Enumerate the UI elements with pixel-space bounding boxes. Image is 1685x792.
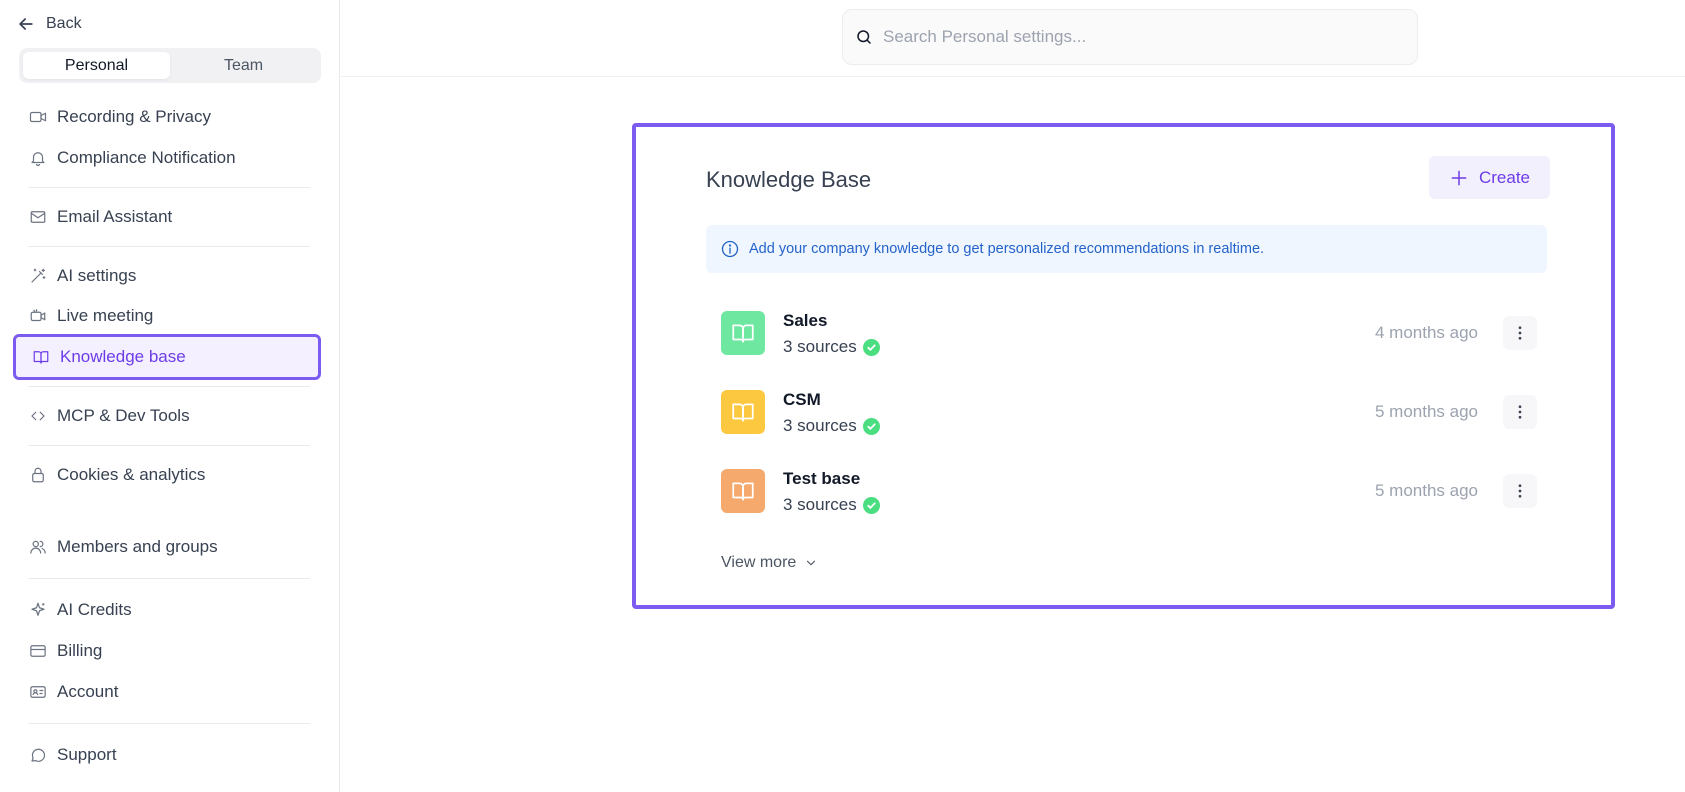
search-input[interactable] [883,27,1403,47]
knowledge-base-name: CSM [783,390,821,409]
info-banner: Add your company knowledge to get person… [706,225,1547,273]
sources-label: 3 sources [783,416,857,435]
sidebar-item-ai-settings[interactable]: AI settings [28,263,136,289]
sidebar-item-ai-credits[interactable]: AI Credits [28,597,132,623]
sidebar-item-recording-privacy[interactable]: Recording & Privacy [28,104,211,130]
more-vertical-icon [1518,405,1522,419]
check-icon [862,496,880,514]
knowledge-base-row[interactable]: Sales 3 sources 4 months ago [706,299,1547,367]
divider [28,187,310,188]
sources-count: 3 sources [783,416,880,436]
info-text: Add your company knowledge to get person… [749,241,1265,257]
scope-toggle: Personal Team [19,48,321,83]
code-icon [28,406,48,426]
tab-personal[interactable]: Personal [23,52,170,79]
back-button[interactable]: Back [16,12,82,36]
id-card-icon [28,682,48,702]
divider [28,246,310,247]
chevron-down-icon [807,560,816,566]
updated-time: 4 months ago [1374,323,1478,342]
arrow-left-icon [19,18,33,30]
plus-icon [1451,170,1467,185]
sidebar-item-label: Support [57,745,117,764]
sidebar-item-cookies-analytics[interactable]: Cookies & analytics [28,462,205,488]
check-icon [862,417,880,435]
knowledge-base-name: Test base [783,469,861,488]
sources-count: 3 sources [783,337,880,357]
sidebar-item-label: Recording & Privacy [57,107,212,126]
users-icon [28,537,48,557]
more-vertical-icon [1518,326,1522,340]
book-icon [721,311,765,355]
sidebar-item-label: Email Assistant [57,207,173,226]
search-icon [857,30,871,44]
more-options-button[interactable] [1503,395,1537,429]
credit-card-icon [28,641,48,661]
sidebar-item-label: AI settings [57,266,137,285]
create-label: Create [1478,167,1531,187]
sidebar-item-label: Cookies & analytics [57,465,206,484]
knowledge-base-row[interactable]: CSM 3 sources 5 months ago [706,378,1547,446]
book-icon [721,390,765,434]
more-options-button[interactable] [1503,316,1537,350]
book-icon [721,469,765,513]
sidebar-item-label: Members and groups [57,537,218,556]
video-icon [28,107,48,127]
sidebar-item-label: Compliance Notification [57,148,236,167]
view-more-button[interactable]: View more [721,554,818,572]
sources-label: 3 sources [783,495,857,514]
knowledge-base-card: Knowledge Base Create Add your company k… [632,123,1615,609]
more-options-button[interactable] [1503,474,1537,508]
divider [28,723,310,724]
sidebar-item-live-meeting[interactable]: Live meeting [28,303,153,329]
updated-time: 5 months ago [1374,402,1478,421]
sidebar-item-compliance-notification[interactable]: Compliance Notification [28,145,236,171]
sidebar-item-mcp-dev-tools[interactable]: MCP & Dev Tools [28,403,190,429]
back-label: Back [46,15,82,32]
divider [28,445,310,446]
sidebar-item-label: Account [57,682,119,701]
sidebar-item-label: Billing [57,641,103,660]
magic-wand-icon [28,266,48,286]
sidebar-item-label: AI Credits [57,600,132,619]
sidebar-item-support[interactable]: Support [28,742,117,768]
sidebar-item-members-groups[interactable]: Members and groups [28,534,218,560]
video-call-icon [28,306,48,326]
sidebar-item-email-assistant[interactable]: Email Assistant [28,204,172,230]
sidebar-item-account[interactable]: Account [28,679,118,705]
bell-icon [28,148,48,168]
settings-sidebar: Back Personal Team Recording & Privacy C… [0,0,340,792]
more-vertical-icon [1518,484,1522,498]
settings-search[interactable] [842,9,1418,65]
sources-count: 3 sources [783,495,880,515]
knowledge-base-row[interactable]: Test base 3 sources 5 months ago [706,457,1547,525]
sidebar-item-label: Knowledge base [60,347,186,366]
divider [28,386,310,387]
divider [28,578,310,579]
sources-label: 3 sources [783,337,857,356]
mail-icon [28,207,48,227]
page-title: Knowledge Base [706,167,872,192]
chat-bubble-icon [28,745,48,765]
book-icon [31,347,51,367]
updated-time: 5 months ago [1374,481,1478,500]
knowledge-base-name: Sales [783,311,828,330]
sidebar-item-billing[interactable]: Billing [28,638,102,664]
info-icon [721,240,739,258]
view-more-label: View more [721,554,797,571]
lock-icon [28,465,48,485]
create-button[interactable]: Create [1429,156,1550,199]
sparkles-icon [28,600,48,620]
tab-team[interactable]: Team [170,52,317,79]
sidebar-item-label: Live meeting [57,306,154,325]
check-icon [862,338,880,356]
sidebar-item-label: MCP & Dev Tools [57,406,190,425]
sidebar-item-knowledge-base[interactable]: Knowledge base [13,334,321,380]
